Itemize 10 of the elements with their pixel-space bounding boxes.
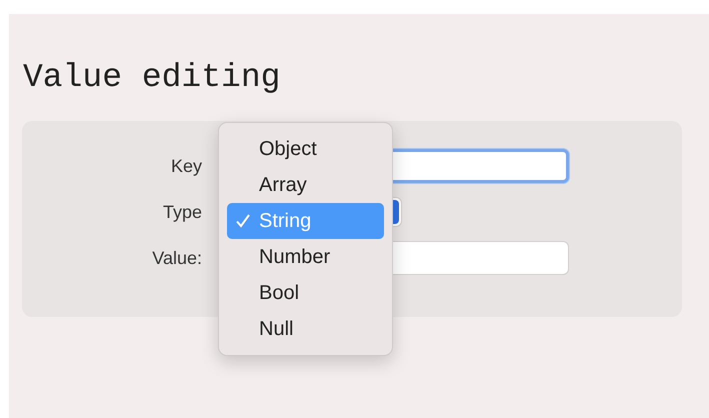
menu-item[interactable]: Array — [227, 167, 384, 203]
field-label: Value: — [152, 248, 202, 268]
field-label: Type — [162, 202, 202, 222]
menu-item[interactable]: Null — [227, 311, 384, 347]
menu-item[interactable]: Bool — [227, 275, 384, 311]
page-title: Value editing — [23, 58, 282, 98]
menu-item[interactable]: Number — [227, 239, 384, 275]
menu-item[interactable]: Object — [227, 131, 384, 167]
field-label: Key — [170, 156, 202, 176]
checkmark-icon — [235, 213, 251, 229]
